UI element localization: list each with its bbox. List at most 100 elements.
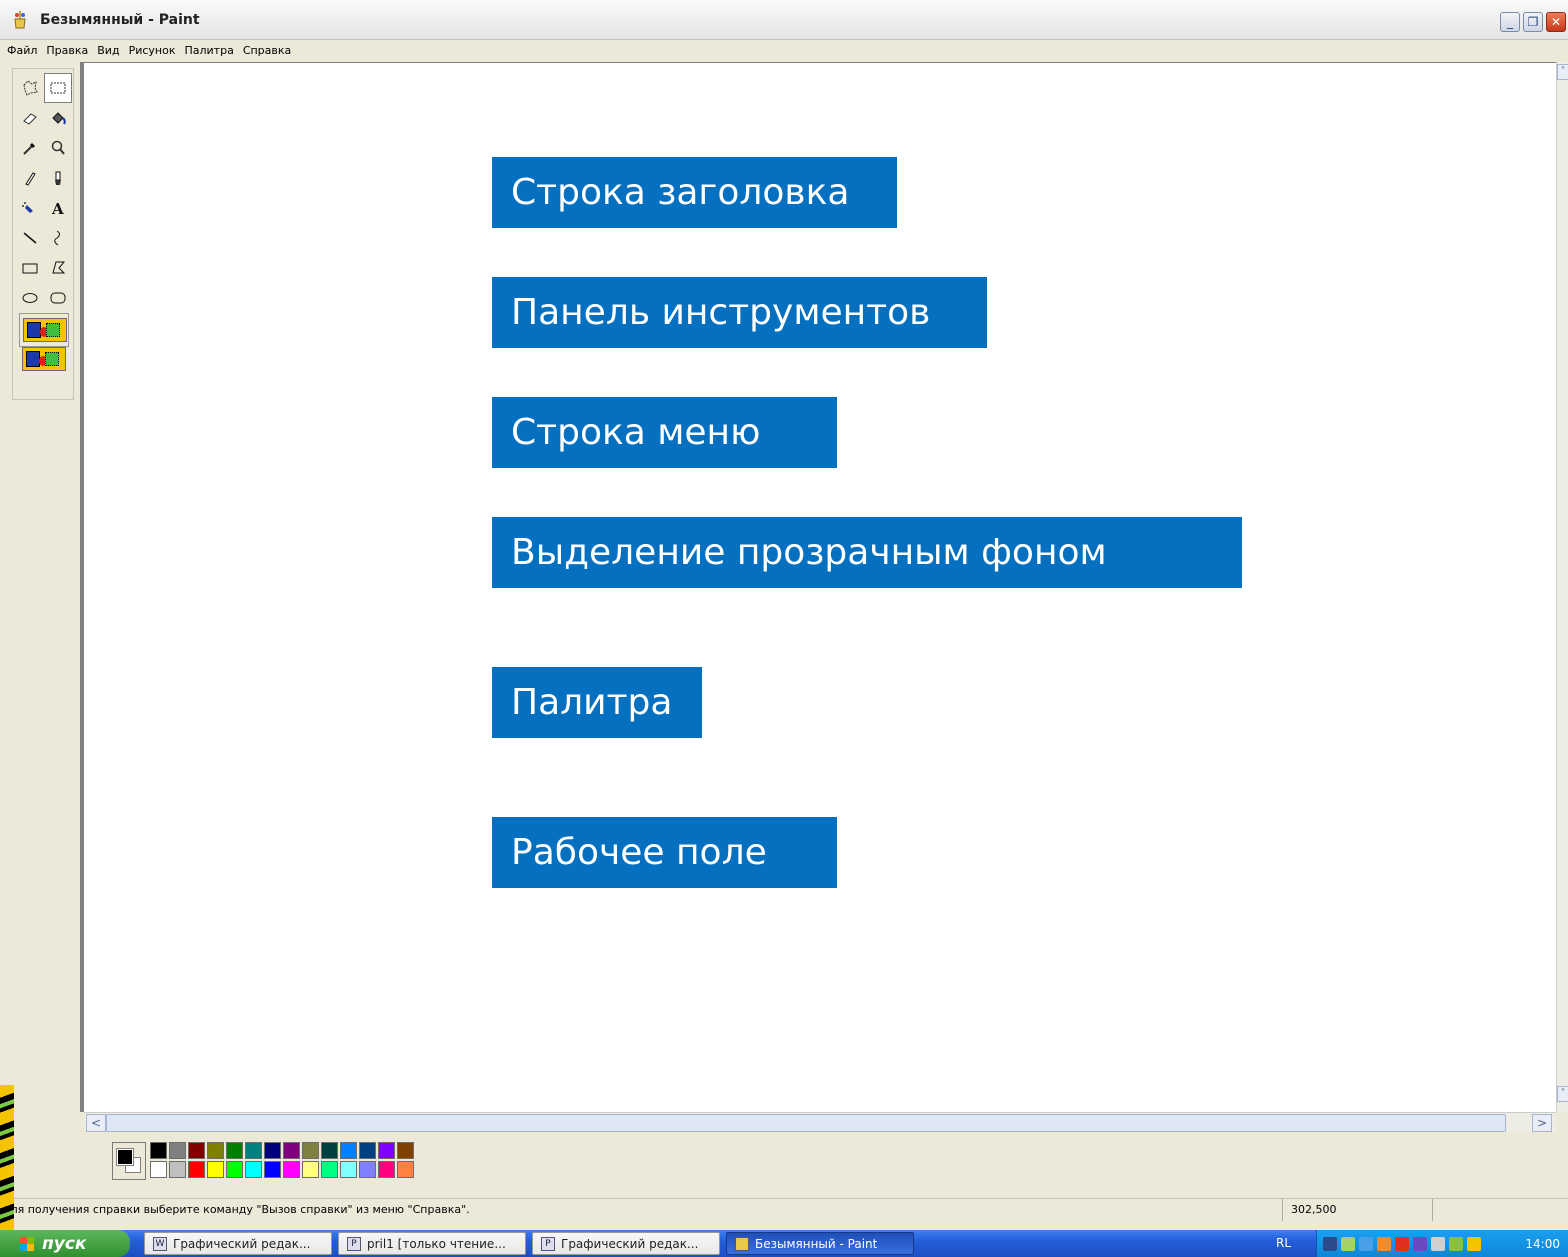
taskbar-button-label: Графический редак... [173,1236,311,1251]
scroll-down-icon[interactable]: ˅ [1557,1086,1568,1102]
start-label: пуск [42,1233,87,1254]
color-swatch[interactable] [397,1142,414,1159]
curve-icon[interactable] [44,223,72,253]
svg-text:A: A [51,200,64,217]
taskbar-button-4[interactable]: Безымянный - Paint [726,1232,914,1255]
tray-app-icon[interactable] [1359,1236,1373,1251]
paint-window: Безымянный - Paint _ ❐ ✕ Файл Правка Вид… [0,0,1568,1230]
transparent-background-option[interactable] [22,347,66,371]
menu-edit[interactable]: Правка [43,44,94,57]
color-swatch[interactable] [378,1161,395,1178]
vertical-scrollbar[interactable]: ˄ ˅ [1556,62,1568,1112]
title-bar[interactable]: Безымянный - Paint _ ❐ ✕ [0,0,1568,40]
menu-colors[interactable]: Палитра [181,44,239,57]
taskbar-button-1[interactable]: W Графический редак... [144,1232,332,1255]
color-swatch[interactable] [226,1142,243,1159]
taskbar-button-3[interactable]: P Графический редак... [532,1232,720,1255]
color-swatch[interactable] [340,1142,357,1159]
scroll-up-icon[interactable]: ˄ [1557,64,1568,80]
taskbar-button-label: Безымянный - Paint [755,1236,878,1251]
menu-file[interactable]: Файл [4,44,43,57]
menu-bar: Файл Правка Вид Рисунок Палитра Справка [0,40,1568,60]
network-icon[interactable] [1323,1236,1337,1251]
label-menu-bar: Строка меню [492,397,837,468]
color-swatch[interactable] [283,1161,300,1178]
color-swatch[interactable] [207,1161,224,1178]
system-tray: 14:00 [1316,1230,1568,1257]
color-swatch[interactable] [283,1142,300,1159]
close-button[interactable]: ✕ [1546,12,1566,32]
color-swatch[interactable] [264,1161,281,1178]
drawing-canvas[interactable]: Строка заголовка Панель инструментов Стр… [80,62,1556,1112]
horizontal-scroll-thumb[interactable] [106,1114,1506,1132]
paint-app-icon [735,1236,749,1251]
color-swatch[interactable] [188,1142,205,1159]
color-swatch[interactable] [150,1142,167,1159]
color-swatch[interactable] [397,1161,414,1178]
status-help-text: Для получения справки выберите команду "… [2,1203,470,1216]
horizontal-scrollbar[interactable]: < > [84,1112,1556,1132]
text-icon[interactable]: A [44,193,72,223]
pencil-icon[interactable] [16,163,44,193]
rect-select-icon[interactable] [44,73,72,103]
scroll-right-icon[interactable]: > [1532,1114,1552,1132]
antivirus-icon[interactable] [1395,1236,1409,1251]
color-swatch[interactable] [245,1142,262,1159]
rectangle-icon[interactable] [16,253,44,283]
start-button[interactable]: пуск [0,1230,130,1257]
tray-app-icon[interactable] [1467,1236,1481,1251]
paint-app-icon[interactable] [12,10,28,29]
tray-app-icon[interactable] [1449,1236,1463,1251]
color-palette [112,1142,414,1180]
tray-app-icon[interactable] [1377,1236,1391,1251]
color-swatch[interactable] [264,1142,281,1159]
tray-app-icon[interactable] [1341,1236,1355,1251]
color-swatch[interactable] [378,1142,395,1159]
free-select-icon[interactable] [16,73,44,103]
airbrush-icon[interactable] [16,193,44,223]
label-palette: Палитра [492,667,702,738]
taskbar-button-2[interactable]: P pril1 [только чтение... [338,1232,526,1255]
rounded-rect-icon[interactable] [44,283,72,313]
color-swatch[interactable] [169,1142,186,1159]
color-swatch[interactable] [226,1161,243,1178]
color-swatch[interactable] [302,1142,319,1159]
taskbar-button-label: pril1 [только чтение... [367,1236,506,1251]
word-document-icon: W [153,1236,167,1251]
current-colors [112,1142,146,1180]
color-swatch[interactable] [321,1161,338,1178]
color-swatch[interactable] [340,1161,357,1178]
menu-help[interactable]: Справка [240,44,297,57]
menu-view[interactable]: Вид [94,44,125,57]
restore-button[interactable]: ❐ [1523,12,1543,32]
tray-app-icon[interactable] [1413,1236,1427,1251]
fill-icon[interactable] [44,103,72,133]
color-swatch[interactable] [169,1161,186,1178]
brush-icon[interactable] [44,163,72,193]
minimize-button[interactable]: _ [1500,12,1520,32]
line-icon[interactable] [16,223,44,253]
tool-options-panel [19,313,69,347]
tool-options-panel-2 [19,347,69,381]
label-toolbox: Панель инструментов [492,277,987,348]
window-controls: _ ❐ ✕ [1500,12,1566,32]
color-swatch[interactable] [302,1161,319,1178]
scroll-left-icon[interactable]: < [86,1114,106,1132]
color-swatch[interactable] [207,1142,224,1159]
color-swatch[interactable] [359,1161,376,1178]
eraser-icon[interactable] [16,103,44,133]
color-swatch[interactable] [245,1161,262,1178]
color-swatch[interactable] [359,1142,376,1159]
taskbar-button-label: Графический редак... [561,1236,699,1251]
ellipse-icon[interactable] [16,283,44,313]
color-swatch[interactable] [321,1142,338,1159]
menu-image[interactable]: Рисунок [126,44,182,57]
polygon-icon[interactable] [44,253,72,283]
color-picker-icon[interactable] [16,133,44,163]
color-swatch[interactable] [150,1161,167,1178]
magnifier-icon[interactable] [44,133,72,163]
language-indicator[interactable]: RL [1276,1230,1291,1257]
color-swatch[interactable] [188,1161,205,1178]
opaque-background-option[interactable] [23,318,67,342]
tray-app-icon[interactable] [1431,1236,1445,1251]
